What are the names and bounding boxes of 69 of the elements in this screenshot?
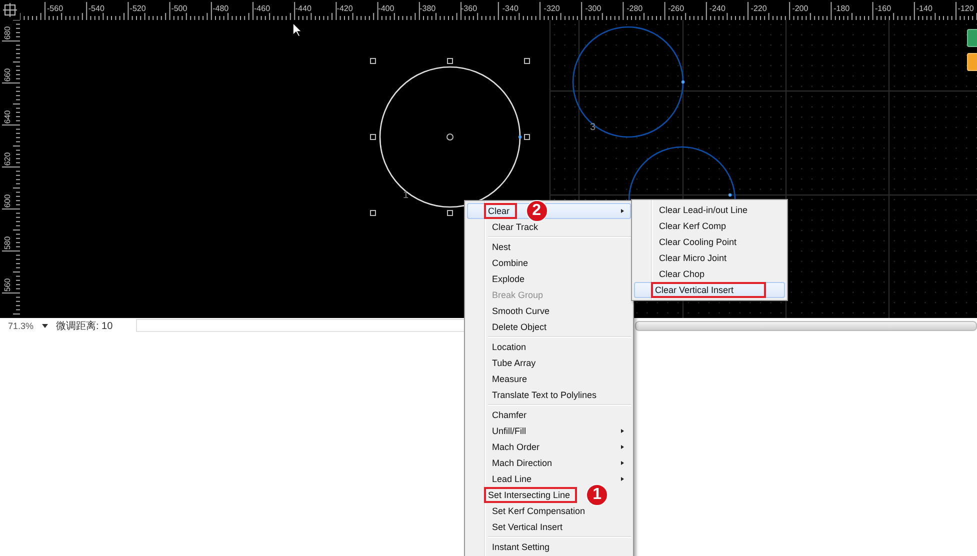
menu-item[interactable]: Tube Array (467, 355, 631, 371)
ruler-label: -380 (420, 4, 436, 13)
start-point-dot (681, 80, 685, 84)
side-panel-button[interactable] (967, 53, 977, 71)
ruler-label: 680 (3, 26, 12, 40)
shape-number: 3 (590, 122, 596, 133)
ruler-corner-icon (2, 2, 18, 18)
ruler-label: -440 (295, 4, 312, 13)
horizontal-scrollbar[interactable] (635, 320, 977, 330)
nudge-distance: 微调距离: 10 (56, 320, 114, 332)
ruler-label: 660 (3, 68, 12, 82)
ruler-label: -260 (668, 4, 684, 13)
ruler-label: -140 (916, 4, 932, 13)
ruler-label: -460 (254, 4, 270, 13)
start-point-dot (728, 193, 732, 197)
ruler-label: 640 (3, 110, 12, 124)
menu-item[interactable]: Clear Chop (634, 266, 785, 282)
ruler-label: -220 (750, 4, 767, 13)
ruler-label: -500 (171, 4, 188, 13)
ruler-label: 580 (3, 236, 12, 250)
menu-item[interactable]: Clear Kerf Comp (634, 218, 785, 234)
ruler-label: 600 (3, 194, 12, 208)
side-panel-button[interactable] (967, 29, 977, 47)
center-mark-icon (446, 134, 454, 140)
ruler-label: -320 (544, 4, 560, 13)
menu-item[interactable]: Clear Lead-in/out Line (634, 202, 785, 218)
dropdown-caret-icon[interactable] (42, 324, 48, 328)
zoom-level: 71.3% (8, 320, 35, 330)
ruler-label: 620 (3, 152, 12, 166)
ruler-label: 560 (3, 278, 12, 292)
menu-item[interactable]: Chamfer (467, 407, 631, 423)
ruler-label: -560 (47, 4, 64, 13)
shape-number: 1 (403, 190, 409, 201)
menu-item[interactable]: Clear Vertical Insert (634, 282, 785, 298)
menu-item[interactable]: Set Vertical Insert (467, 519, 631, 535)
menu-item[interactable]: Translate Text to Polylines (467, 387, 631, 403)
ruler-label: -120 (958, 4, 974, 13)
menu-item[interactable]: Set Kerf Compensation (467, 503, 631, 519)
menu-item[interactable]: Instant Setting (467, 539, 631, 555)
ruler-label: -180 (834, 4, 850, 13)
ruler-label: -200 (792, 4, 808, 13)
menu-item[interactable]: Mach Direction (467, 455, 631, 471)
menu-item[interactable]: Measure (467, 371, 631, 387)
menu-item[interactable]: Clear Micro Joint (634, 250, 785, 266)
ruler-label: -420 (336, 4, 353, 13)
ruler-label: -400 (378, 4, 394, 13)
ruler-label: -520 (130, 4, 146, 13)
ruler-label: -240 (709, 4, 726, 13)
menu-item[interactable]: Nest (467, 239, 631, 255)
ruler-label: -340 (502, 4, 518, 13)
menu-item[interactable]: Location (467, 339, 631, 355)
ruler-label: -160 (875, 4, 892, 13)
step-number-badge: 2 (526, 200, 548, 222)
menu-item[interactable]: Clear Cooling Point (634, 234, 785, 250)
ruler-label: -300 (585, 4, 602, 13)
menu-item[interactable]: Mach Order (467, 439, 631, 455)
ruler-label: -480 (212, 4, 229, 13)
menu-item[interactable]: Combine (467, 255, 631, 271)
menu-item[interactable]: Delete Object (467, 319, 631, 335)
ruler-label: -540 (88, 4, 104, 13)
menu-item[interactable]: Smooth Curve (467, 303, 631, 319)
menu-item[interactable]: Clear 2 (467, 203, 631, 219)
menu-item[interactable]: Unfill/Fill (467, 423, 631, 439)
menu-item[interactable]: Lead Line (467, 471, 631, 487)
ruler-label: -280 (626, 4, 643, 13)
step-number-badge: 1 (586, 484, 608, 506)
menu-item[interactable]: Clear Track (467, 219, 631, 235)
menu-item[interactable]: Explode (467, 271, 631, 287)
start-point-dot (518, 135, 522, 139)
